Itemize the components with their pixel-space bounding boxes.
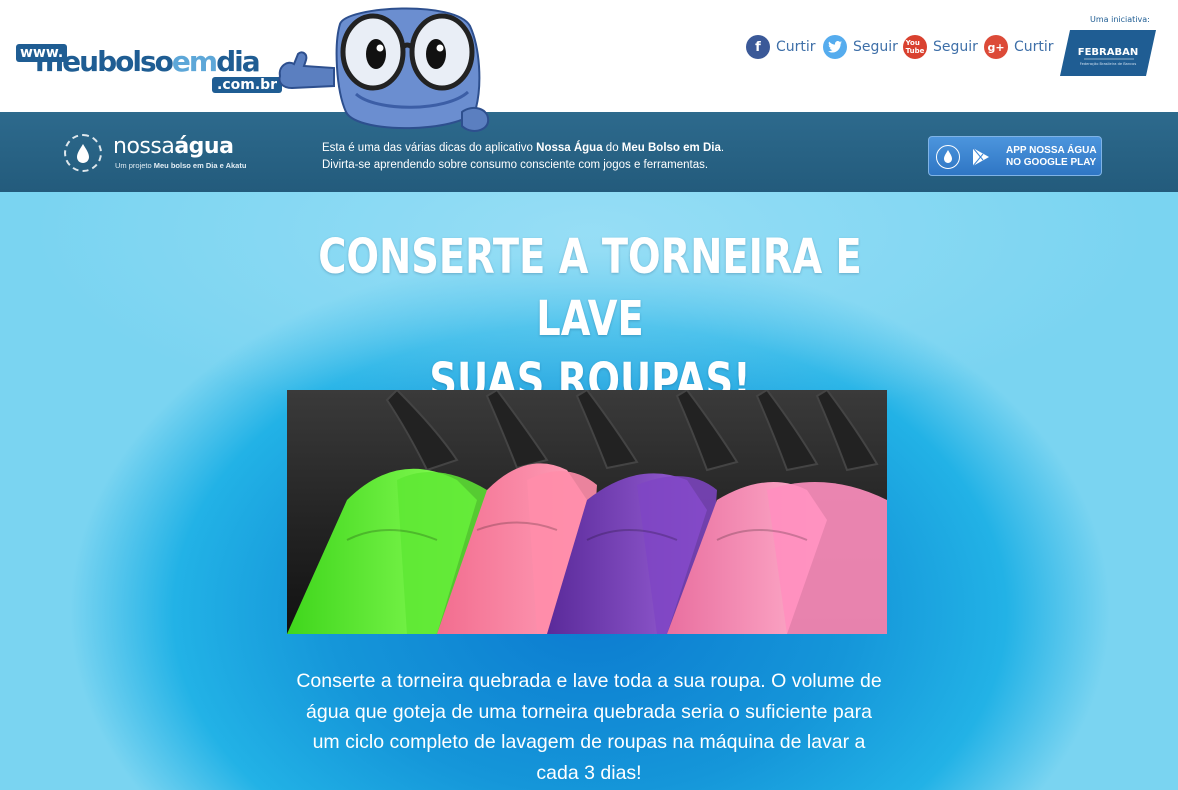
youtube-follow-link[interactable]: You Tube Seguir [903,34,978,60]
tip-content: CONSERTE A TORNEIRA E LAVE SUAS ROUPAS! [0,192,1178,790]
facebook-icon: f [746,35,770,59]
logo-wordmark: meubolsoemdia [35,45,261,78]
water-drop-icon [64,134,102,172]
youtube-icon: You Tube [903,35,927,59]
febraban-name: FEBRABAN [1078,47,1138,58]
twitter-icon [823,35,847,59]
clothes-rack-photo [287,390,887,634]
water-drop-icon [936,145,960,169]
initiative-label: Uma iniciativa: [1090,15,1150,24]
google-play-label: APP NOSSA ÁGUA NO GOOGLE PLAY [1006,145,1097,168]
google-play-button[interactable]: APP NOSSA ÁGUA NO GOOGLE PLAY [928,136,1102,176]
facebook-label: Curtir [776,39,816,55]
nossa-agua-wordmark: nossaágua [113,134,234,159]
logo-www: www. [16,44,68,62]
meubolsoemdia-logo[interactable]: meubolsoemdia www. .com.br [16,44,283,98]
nossa-agua-subtitle: Um projeto Meu bolso em Dia e Akatu [115,161,247,170]
mascot-illustration [278,7,490,132]
google-plus-icon: g+ [984,35,1008,59]
play-store-icon [972,147,989,167]
febraban-logo[interactable]: FEBRABAN Federação Brasileira de Bancos [1060,30,1156,76]
google-plus-link[interactable]: g+ Curtir [984,34,1054,60]
logo-domain: .com.br [212,77,283,93]
facebook-like-link[interactable]: f Curtir [746,34,816,60]
twitter-label: Seguir [853,39,898,55]
app-description: Esta é uma das várias dicas do aplicativ… [322,142,725,171]
site-header: meubolsoemdia www. .com.br f Curtir Segu… [0,0,1178,132]
google-plus-label: Curtir [1014,39,1054,55]
page-title: CONSERTE A TORNEIRA E LAVE SUAS ROUPAS! [318,229,862,409]
youtube-label: Seguir [933,39,978,55]
app-promo-band: nossaágua Um projeto Meu bolso em Dia e … [0,112,1178,192]
nossa-agua-logo[interactable]: nossaágua Um projeto Meu bolso em Dia e … [64,134,264,184]
twitter-follow-link[interactable]: Seguir [823,34,898,60]
tip-text: Conserte a torneira quebrada e lave toda… [296,670,882,784]
febraban-tagline: Federação Brasileira de Bancos [1080,62,1137,66]
